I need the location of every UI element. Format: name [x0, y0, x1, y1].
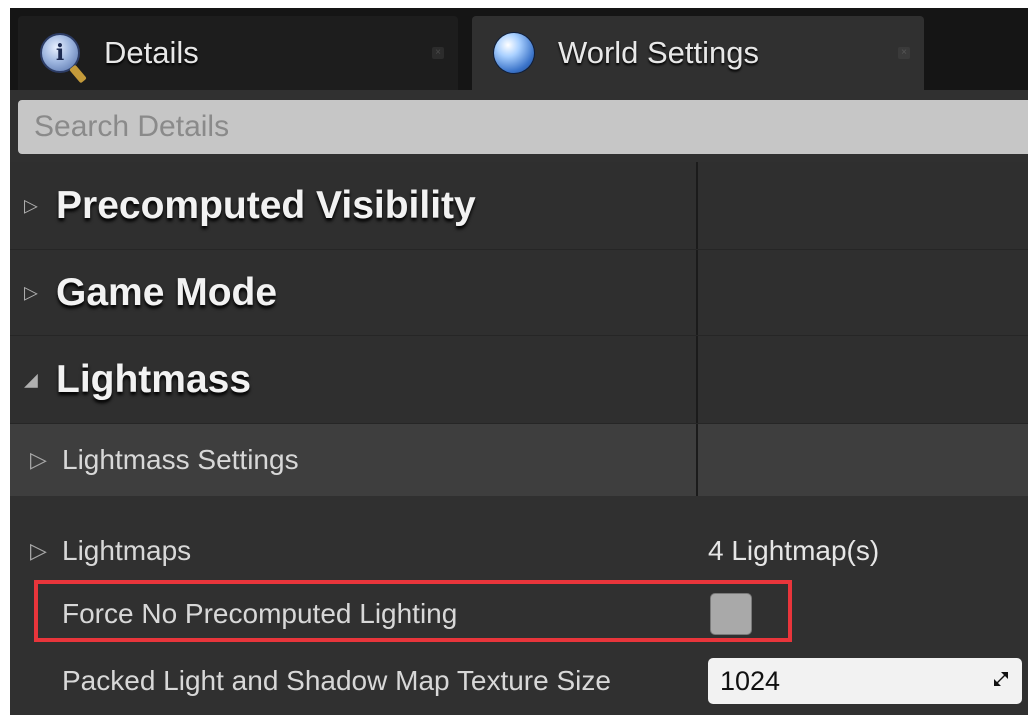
category-precomputed-visibility[interactable]: ▷ Precomputed Visibility: [10, 162, 1028, 250]
lightmaps-row[interactable]: ▷ Lightmaps 4 Lightmap(s): [10, 520, 1028, 582]
lightmass-settings-label: Lightmass Settings: [62, 444, 299, 475]
force-no-precomputed-lighting-row: Force No Precomputed Lighting: [10, 582, 1028, 646]
packed-texture-size-input[interactable]: 1024: [708, 658, 1022, 704]
column-divider[interactable]: [696, 424, 698, 496]
tab-world-settings[interactable]: World Settings ×: [472, 16, 924, 90]
lightmaps-label: Lightmaps: [62, 535, 192, 566]
resize-arrows-icon[interactable]: [992, 670, 1010, 688]
lightmaps-value: 4 Lightmap(s): [708, 535, 880, 566]
category-lightmass[interactable]: ◢ Lightmass: [10, 336, 1028, 424]
category-label: Precomputed Visibility: [56, 183, 476, 227]
tab-details[interactable]: i Details ×: [18, 16, 458, 90]
force-no-precomputed-lighting-checkbox[interactable]: [710, 593, 752, 635]
details-panel-window: i Details × World Settings × ▷ Precomput…: [10, 8, 1028, 715]
column-divider[interactable]: [696, 250, 698, 335]
column-divider[interactable]: [696, 162, 698, 249]
close-icon[interactable]: ×: [432, 47, 444, 59]
category-label: Lightmass: [56, 357, 252, 401]
expand-arrow-icon[interactable]: ▷: [30, 538, 47, 564]
details-magnifier-icon: i: [40, 33, 80, 73]
tab-world-settings-label: World Settings: [558, 35, 760, 70]
collapse-arrow-icon[interactable]: ◢: [24, 369, 38, 390]
property-list: ▷ Precomputed Visibility ▷ Game Mode ◢ L…: [10, 162, 1028, 715]
lightmass-settings-row[interactable]: ▷ Lightmass Settings: [10, 424, 1028, 496]
world-settings-panel: ▷ Precomputed Visibility ▷ Game Mode ◢ L…: [10, 90, 1028, 715]
expand-arrow-icon[interactable]: ▷: [24, 282, 38, 303]
world-globe-icon: [494, 33, 534, 73]
search-input[interactable]: [18, 100, 1028, 154]
column-divider[interactable]: [696, 336, 698, 423]
expand-arrow-icon[interactable]: ▷: [24, 195, 38, 216]
packed-texture-size-row: Packed Light and Shadow Map Texture Size…: [10, 646, 1028, 715]
force-no-precomputed-lighting-label: Force No Precomputed Lighting: [62, 598, 458, 629]
category-label: Game Mode: [56, 270, 278, 314]
category-game-mode[interactable]: ▷ Game Mode: [10, 250, 1028, 336]
close-icon[interactable]: ×: [898, 47, 910, 59]
expand-arrow-icon[interactable]: ▷: [30, 447, 47, 473]
packed-texture-size-label: Packed Light and Shadow Map Texture Size: [62, 665, 611, 696]
packed-texture-size-value: 1024: [720, 665, 781, 696]
tab-details-label: Details: [104, 35, 199, 70]
